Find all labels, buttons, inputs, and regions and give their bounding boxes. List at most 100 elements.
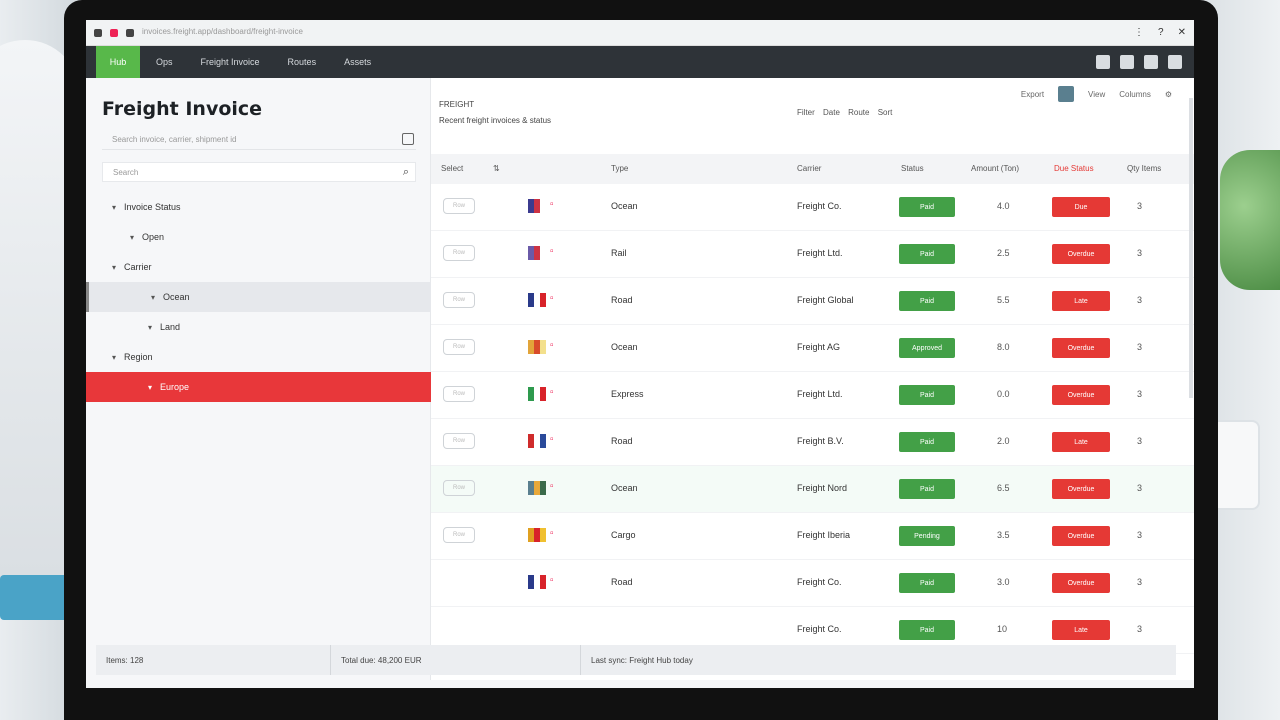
bookmark-icon[interactable]: ▫ (550, 387, 554, 398)
row-select-checkbox[interactable]: Row (443, 527, 475, 543)
nav-item-routes[interactable]: Routes (276, 57, 329, 67)
nav-item-freight-invoice[interactable]: Freight Invoice (189, 57, 272, 67)
nav-item-assets[interactable]: Assets (332, 57, 383, 67)
row-select-checkbox[interactable]: Row (443, 198, 475, 214)
bookmark-icon[interactable]: ▫ (550, 575, 554, 586)
export-button[interactable]: Export (1021, 90, 1044, 99)
menu-icon[interactable]: ⋮ (1134, 27, 1144, 38)
grid-view-icon[interactable] (1058, 86, 1075, 102)
row-select-checkbox[interactable]: Row (443, 480, 475, 496)
nav-home-button[interactable]: Hub (96, 46, 140, 78)
status-badge: Pending (899, 526, 955, 546)
status-items: Items: 128 (96, 645, 331, 675)
bookmark-icon[interactable]: ▫ (550, 340, 554, 351)
cell-carrier: Freight Co. (797, 624, 842, 634)
table-row[interactable]: ▫ Road Freight Co. Paid 3.0 Overdue 3 (431, 560, 1194, 607)
table-row[interactable]: Row ▫ Rail Freight Ltd. Paid 2.5 Overdue 3 (431, 231, 1194, 278)
status-badge: Paid (899, 291, 955, 311)
bookmark-icon[interactable]: ▫ (550, 246, 554, 257)
chevron-down-icon[interactable]: ▾ (151, 293, 155, 302)
row-select-checkbox[interactable]: Row (443, 339, 475, 355)
chevron-down-icon[interactable]: ▾ (112, 203, 116, 212)
tree-node[interactable]: ▾ Land (86, 312, 431, 342)
url-bar[interactable]: invoices.freight.app/dashboard/freight-i… (142, 27, 312, 39)
cell-qty: 3 (1137, 577, 1143, 587)
tree-node[interactable]: ▾ Region (86, 342, 431, 372)
table-row[interactable]: Row ▫ Road Freight B.V. Paid 2.0 Late 3 (431, 419, 1194, 466)
bookmark-icon[interactable]: ▫ (550, 293, 554, 304)
messages-icon[interactable] (1120, 55, 1134, 69)
bookmark-icon[interactable]: ▫ (550, 481, 554, 492)
col-carrier[interactable]: Carrier (797, 164, 821, 173)
tree-node[interactable]: ▾ Carrier (86, 252, 431, 282)
sort-icon[interactable]: ⇅ (493, 164, 500, 173)
toolbar-filters[interactable]: Filter Date Route Sort (797, 108, 892, 117)
notifications-icon[interactable] (1096, 55, 1110, 69)
scrollbar[interactable] (1189, 98, 1193, 398)
row-select-checkbox[interactable]: Row (443, 386, 475, 402)
col-qty[interactable]: Qty Items (1127, 164, 1161, 173)
col-select[interactable]: Select (441, 164, 463, 173)
tree-node[interactable]: ▾ Invoice Status (86, 192, 431, 222)
due-badge: Overdue (1052, 385, 1110, 405)
cell-qty: 3 (1137, 248, 1143, 258)
cell-qty: 3 (1137, 483, 1143, 493)
filter-input[interactable]: Search invoice, carrier, shipment id (102, 130, 416, 150)
search-input[interactable]: Search ⌕ (102, 162, 416, 182)
table-row[interactable]: Row ▫ Ocean Freight Nord Paid 6.5 Overdue 3 (431, 466, 1194, 513)
cell-amount: 2.5 (997, 248, 1010, 258)
col-status[interactable]: Status (901, 164, 924, 173)
status-badge: Paid (899, 432, 955, 452)
tree-node-label: Ocean (163, 292, 190, 302)
background-plant (1220, 150, 1280, 290)
cell-qty: 3 (1137, 201, 1143, 211)
chevron-down-icon[interactable]: ▾ (130, 233, 134, 242)
close-icon[interactable]: ✕ (1178, 27, 1186, 38)
row-select-checkbox[interactable]: Row (443, 433, 475, 449)
help-icon[interactable]: ? (1158, 27, 1164, 38)
chevron-down-icon[interactable]: ▾ (112, 263, 116, 272)
row-select-checkbox[interactable]: Row (443, 245, 475, 261)
columns-button[interactable]: Columns (1119, 90, 1151, 99)
chevron-down-icon[interactable]: ▾ (112, 353, 116, 362)
chevron-down-icon[interactable]: ▾ (148, 383, 152, 392)
country-flag-icon (528, 340, 546, 354)
filter-icon[interactable] (402, 133, 414, 145)
country-flag-icon (528, 199, 546, 213)
bookmark-icon[interactable]: ▫ (550, 199, 554, 210)
calendar-icon[interactable] (1144, 55, 1158, 69)
table-row[interactable]: Row ▫ Road Freight Global Paid 5.5 Late 3 (431, 278, 1194, 325)
col-amount[interactable]: Amount (Ton) (971, 164, 1019, 173)
search-icon[interactable]: ⌕ (403, 166, 409, 179)
view-button[interactable]: View (1088, 90, 1105, 99)
due-badge: Overdue (1052, 338, 1110, 358)
cell-amount: 4.0 (997, 201, 1010, 211)
tree-node[interactable]: ▾ Europe (86, 372, 431, 402)
status-sync: Last sync: Freight Hub today (591, 655, 693, 665)
settings-icon[interactable]: ⚙ (1165, 90, 1172, 99)
forward-icon[interactable] (126, 28, 134, 37)
cell-amount: 3.0 (997, 577, 1010, 587)
chevron-down-icon[interactable]: ▾ (148, 323, 152, 332)
table-row[interactable]: Row ▫ Cargo Freight Iberia Pending 3.5 Overdue… (431, 513, 1194, 560)
status-badge: Paid (899, 197, 955, 217)
back-icon[interactable] (94, 28, 102, 37)
nav-item-ops[interactable]: Ops (144, 57, 185, 67)
table-row[interactable]: Row ▫ Express Freight Ltd. Paid 0.0 Overdue 3 (431, 372, 1194, 419)
bookmark-icon[interactable]: ▫ (550, 434, 554, 445)
row-select-checkbox[interactable]: Row (443, 292, 475, 308)
tree-node[interactable]: ▾ Open (86, 222, 431, 252)
col-type[interactable]: Type (611, 164, 628, 173)
close-tab-icon[interactable] (110, 28, 118, 37)
table-row[interactable]: Row ▫ Ocean Freight Co. Paid 4.0 Due 3 (431, 184, 1194, 231)
tree-node[interactable]: ▾ Ocean (86, 282, 431, 312)
due-badge: Overdue (1052, 573, 1110, 593)
cell-amount: 8.0 (997, 342, 1010, 352)
cell-amount: 3.5 (997, 530, 1010, 540)
bottom-edge (86, 680, 1194, 688)
bookmark-icon[interactable]: ▫ (550, 528, 554, 539)
main-panel: FREIGHT Recent freight invoices & status… (431, 78, 1194, 688)
table-row[interactable]: Row ▫ Ocean Freight AG Approved 8.0 Overdue 3 (431, 325, 1194, 372)
col-due[interactable]: Due Status (1054, 164, 1094, 173)
user-icon[interactable] (1168, 55, 1182, 69)
